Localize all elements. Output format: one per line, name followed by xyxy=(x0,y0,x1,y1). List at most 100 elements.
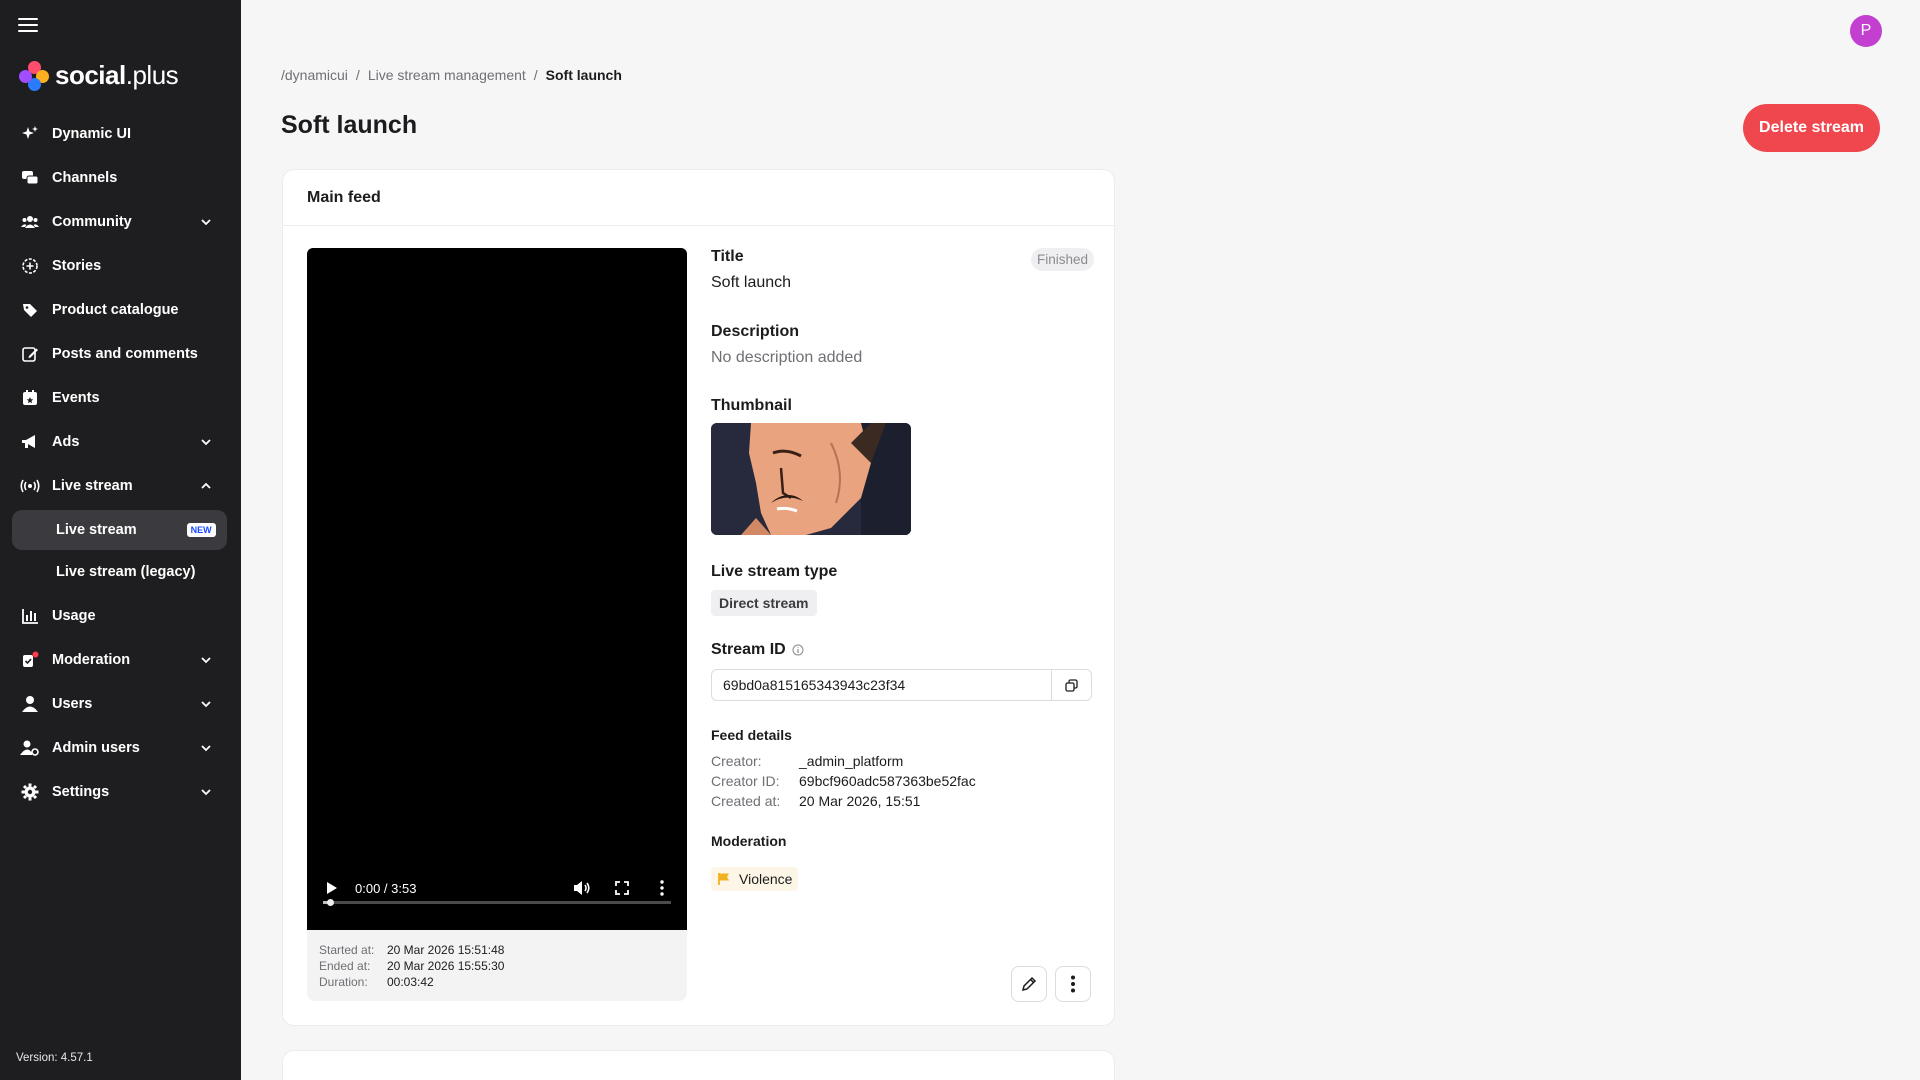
logo[interactable]: social.plus xyxy=(19,60,179,91)
stream-id-header: Stream ID xyxy=(711,641,1094,659)
megaphone-icon xyxy=(20,432,40,452)
sidebar-item-usage[interactable]: Usage xyxy=(0,594,241,638)
logo-text: social.plus xyxy=(55,60,179,90)
feed-detail-key: Creator: xyxy=(711,753,762,769)
chevron-up-icon xyxy=(201,482,211,489)
more-actions-button[interactable] xyxy=(1055,966,1091,1002)
sidebar-item-ads[interactable]: Ads xyxy=(0,420,241,464)
sidebar-item-label: Admin users xyxy=(52,740,140,756)
sidebar-subitem-live-stream-legacy[interactable]: Live stream (legacy) xyxy=(12,552,227,592)
video-progress-bar[interactable] xyxy=(323,899,671,906)
stream-id-value[interactable]: 69bd0a815165343943c23f34 xyxy=(712,677,1051,693)
breadcrumb-separator: / xyxy=(533,67,538,83)
avatar[interactable]: P xyxy=(1850,15,1882,47)
sidebar-item-dynamic-ui[interactable]: Dynamic UI xyxy=(0,112,241,156)
video-meta: Started at: 20 Mar 2026 15:51:48 Ended at… xyxy=(307,930,687,1001)
sidebar-item-moderation[interactable]: Moderation xyxy=(0,638,241,682)
sidebar-item-stories[interactable]: Stories xyxy=(0,244,241,288)
meta-row: Ended at: 20 Mar 2026 15:55:30 xyxy=(319,958,675,974)
sidebar-item-users[interactable]: Users xyxy=(0,682,241,726)
info-icon[interactable] xyxy=(792,644,804,656)
video-player[interactable]: 0:00 / 3:53 xyxy=(307,248,687,930)
admin-user-icon xyxy=(20,738,40,758)
gear-icon xyxy=(20,782,40,802)
card-heading: Main feed xyxy=(283,170,1114,226)
feed-detail-row: Creator: _admin_platform xyxy=(711,751,1094,771)
sidebar-item-live-stream[interactable]: Live stream xyxy=(0,464,241,508)
sidebar-item-label: Live stream xyxy=(52,478,133,494)
sidebar-item-label: Ads xyxy=(52,434,80,450)
sidebar: social.plus Dynamic UI Channels Communit… xyxy=(0,0,241,1080)
feed-details-label: Feed details xyxy=(711,727,792,743)
thumbnail-image xyxy=(711,423,911,535)
status-badge: Finished xyxy=(1030,248,1094,271)
page-title: Soft launch xyxy=(281,111,418,139)
breadcrumb-item[interactable]: Live stream management xyxy=(368,67,526,83)
breadcrumb-item[interactable]: /dynamicui xyxy=(281,67,348,83)
calendar-icon xyxy=(20,388,40,408)
moderation-label: Moderation xyxy=(711,833,787,849)
video-controls: 0:00 / 3:53 xyxy=(307,876,687,900)
moderation-icon xyxy=(20,650,40,670)
sidebar-item-settings[interactable]: Settings xyxy=(0,770,241,814)
sidebar-item-label: Events xyxy=(52,390,100,406)
description-label: Description xyxy=(711,323,800,340)
sidebar-subitem-live-stream[interactable]: Live stream NEW xyxy=(12,510,227,550)
logo-mark-icon xyxy=(19,60,49,91)
sidebar-item-community[interactable]: Community xyxy=(0,200,241,244)
chevron-down-icon xyxy=(201,439,211,446)
sidebar-item-label: Dynamic UI xyxy=(52,126,131,142)
meta-key: Duration: xyxy=(319,975,368,989)
description-value: No description added xyxy=(711,349,863,366)
chat-bubbles-icon xyxy=(20,168,40,188)
sidebar-item-label: Posts and comments xyxy=(52,346,198,362)
kebab-menu-icon xyxy=(1071,975,1075,993)
stream-type-chip: Direct stream xyxy=(711,590,817,616)
more-options-icon[interactable] xyxy=(653,879,671,897)
thumbnail-label: Thumbnail xyxy=(711,397,792,414)
sidebar-item-label: Moderation xyxy=(52,652,131,668)
delete-stream-button[interactable]: Delete stream xyxy=(1743,104,1880,152)
stream-details: Finished Title Soft launch Description N… xyxy=(711,248,1094,891)
sidebar-item-label: Users xyxy=(52,696,93,712)
stream-id-field[interactable]: 69bd0a815165343943c23f34 xyxy=(711,669,1092,701)
edit-button[interactable] xyxy=(1011,966,1047,1002)
feed-detail-value: 69bcf960adc587363be52fac xyxy=(799,773,976,789)
meta-row: Started at: 20 Mar 2026 15:51:48 xyxy=(319,942,675,958)
sidebar-item-label: Live stream (legacy) xyxy=(56,564,196,580)
play-icon[interactable] xyxy=(323,879,341,897)
meta-row: Duration: 00:03:42 xyxy=(319,974,675,990)
pencil-icon xyxy=(1021,976,1037,992)
feed-detail-value: 20 Mar 2026, 15:51 xyxy=(799,793,921,809)
flag-icon xyxy=(717,872,731,886)
breadcrumb-current: Soft launch xyxy=(545,67,622,83)
sidebar-item-label: Community xyxy=(52,214,132,230)
sidebar-item-events[interactable]: Events xyxy=(0,376,241,420)
sidebar-item-admin-users[interactable]: Admin users xyxy=(0,726,241,770)
stream-id-label: Stream ID xyxy=(711,641,786,658)
sidebar-item-label: Channels xyxy=(52,170,118,186)
meta-key: Started at: xyxy=(319,943,375,957)
sidebar-item-label: Product catalogue xyxy=(52,302,179,318)
additional-feed-card xyxy=(282,1050,1115,1080)
chevron-down-icon xyxy=(201,219,211,226)
volume-icon[interactable] xyxy=(573,879,591,897)
sidebar-item-label: Stories xyxy=(52,258,102,274)
broadcast-icon xyxy=(20,476,40,496)
video-progress-handle[interactable] xyxy=(326,899,334,906)
meta-value: 20 Mar 2026 15:51:48 xyxy=(387,943,505,957)
sidebar-item-channels[interactable]: Channels xyxy=(0,156,241,200)
fullscreen-icon[interactable] xyxy=(613,879,631,897)
meta-value: 20 Mar 2026 15:55:30 xyxy=(387,959,505,973)
tag-icon xyxy=(20,300,40,320)
sidebar-item-product-catalogue[interactable]: Product catalogue xyxy=(0,288,241,332)
sidebar-item-label: Live stream xyxy=(56,522,137,538)
sidebar-item-label: Usage xyxy=(52,608,96,624)
chevron-down-icon xyxy=(201,657,211,664)
type-label: Live stream type xyxy=(711,563,838,580)
chevron-down-icon xyxy=(201,701,211,708)
new-badge: NEW xyxy=(186,523,216,537)
sidebar-item-posts-and-comments[interactable]: Posts and comments xyxy=(0,332,241,376)
copy-icon[interactable] xyxy=(1051,670,1091,700)
hamburger-menu-icon[interactable] xyxy=(18,18,38,36)
